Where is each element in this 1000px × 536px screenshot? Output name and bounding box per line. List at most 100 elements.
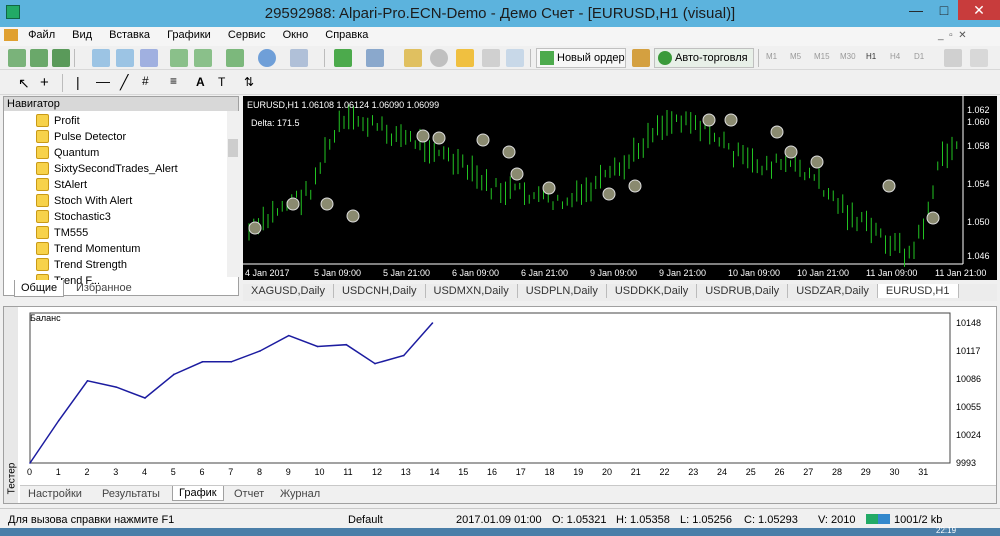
nav-item[interactable]: SixtySecondTrades_Alert (36, 161, 178, 177)
trade-marker (724, 113, 738, 127)
arrows-icon[interactable]: ⇅ (244, 75, 254, 89)
scroll-thumb[interactable] (228, 139, 238, 157)
tf-m15[interactable]: M15 (814, 52, 830, 61)
bar-chart-icon[interactable] (8, 49, 26, 67)
text-tool-icon[interactable]: A (196, 75, 205, 89)
chat-icon[interactable] (970, 49, 988, 67)
tab-usdzar[interactable]: USDZAR,Daily (788, 284, 878, 298)
tab-favorites[interactable]: Избранное (70, 280, 138, 297)
tab-usdcnh[interactable]: USDCNH,Daily (334, 284, 426, 298)
status-low: L: 1.05256 (680, 514, 732, 526)
menu-window[interactable]: Окно (276, 27, 316, 43)
tab-usddkk[interactable]: USDDKK,Daily (607, 284, 698, 298)
tf-h4[interactable]: H4 (890, 52, 900, 61)
navigator-icon[interactable] (456, 49, 474, 67)
price-chart[interactable]: 1.062 1.060 1.058 1.054 1.050 1.046 4 Jan 2017… (243, 96, 997, 280)
tf-m1[interactable]: M1 (766, 52, 777, 61)
tab-usdpln[interactable]: USDPLN,Daily (518, 284, 607, 298)
cursor-icon[interactable]: ↖ (18, 75, 30, 92)
x-tick-label: 5 (171, 467, 176, 477)
horizontal-line-icon[interactable]: — (96, 73, 110, 89)
tf-m30[interactable]: M30 (840, 52, 856, 61)
minimize-button[interactable]: — (902, 0, 930, 20)
indicators-icon[interactable] (226, 49, 244, 67)
tab-eurusd[interactable]: EURUSD,H1 (877, 284, 959, 298)
new-chart-icon[interactable] (334, 49, 352, 67)
x-tick-label: 27 (803, 467, 813, 477)
nav-item[interactable]: Stoch With Alert (36, 193, 132, 209)
tab-results[interactable]: Результаты (102, 488, 160, 500)
balance-point (115, 386, 118, 388)
balance-point (259, 350, 261, 352)
nav-item[interactable]: Trend Strength (36, 257, 127, 273)
nav-item[interactable]: Pulse Detector (36, 129, 126, 145)
menu-file[interactable]: Файл (21, 27, 62, 43)
chart-shift-icon[interactable] (194, 49, 212, 67)
x-tick-label: 21 (631, 467, 641, 477)
price-label: 1.062 (967, 105, 990, 115)
search-icon[interactable] (944, 49, 962, 67)
terminal-icon[interactable] (482, 49, 500, 67)
periods-icon[interactable] (258, 49, 276, 67)
trendline-icon[interactable]: ╱ (120, 74, 128, 91)
nav-item[interactable]: Quantum (36, 145, 99, 161)
trade-marker (248, 221, 262, 235)
trade-marker (286, 197, 300, 211)
tf-h1[interactable]: H1 (866, 52, 876, 61)
crosshair-icon[interactable]: + (40, 74, 49, 91)
status-open: O: 1.05321 (552, 514, 607, 526)
vertical-line-icon[interactable]: | (76, 74, 80, 90)
tab-journal[interactable]: Журнал (280, 488, 320, 500)
title-bar: 29592988: Alpari-Pro.ECN-Demo - Демо Сче… (0, 0, 1000, 27)
balance-chart: 101481011710086100551002499930 1 2 3 4 5 6 7 8 9 1… (27, 312, 981, 477)
metaeditor-icon[interactable] (632, 49, 650, 67)
maximize-button[interactable]: □ (930, 0, 958, 20)
tab-xagusd[interactable]: XAGUSD,Daily (243, 284, 334, 298)
templates-icon[interactable] (290, 49, 308, 67)
delta-label: Delta: 171.5 (251, 118, 300, 128)
indicator-icon (36, 258, 49, 271)
tester-side-label: Тестер (6, 462, 18, 495)
menu-help[interactable]: Справка (318, 27, 375, 43)
navigator-scrollbar[interactable] (227, 111, 239, 277)
x-tick-label: 24 (717, 467, 727, 477)
nav-item[interactable]: Trend Momentum (36, 241, 140, 257)
new-order-button[interactable]: Новый ордер (536, 48, 626, 68)
line-chart-icon[interactable] (52, 49, 70, 67)
fibonacci-icon[interactable]: ≡ (170, 74, 177, 88)
close-button[interactable]: ✕ (958, 0, 1000, 20)
tab-common[interactable]: Общие (14, 280, 65, 297)
autotrading-button[interactable]: Авто-торговля (654, 48, 754, 68)
tf-d1[interactable]: D1 (914, 52, 924, 61)
nav-item[interactable]: TM555 (36, 225, 88, 241)
indicator-icon (36, 242, 49, 255)
profiles-icon[interactable] (366, 49, 384, 67)
y-tick-label: 10024 (956, 430, 981, 440)
data-window-icon[interactable] (430, 49, 448, 67)
nav-item[interactable]: Stochastic3 (36, 209, 111, 225)
menu-insert[interactable]: Вставка (102, 27, 157, 43)
tile-windows-icon[interactable] (140, 49, 158, 67)
nav-item[interactable]: Profit (36, 113, 80, 129)
tab-usdrub[interactable]: USDRUB,Daily (697, 284, 789, 298)
zoom-in-icon[interactable] (92, 49, 110, 67)
menu-charts[interactable]: Графики (160, 27, 218, 43)
trade-marker (882, 179, 896, 193)
tab-graph[interactable]: График (172, 486, 224, 501)
tab-report[interactable]: Отчет (234, 488, 264, 500)
zoom-out-icon[interactable] (116, 49, 134, 67)
market-watch-icon[interactable] (404, 49, 422, 67)
nav-item[interactable]: StAlert (36, 177, 87, 193)
menu-tools[interactable]: Сервис (221, 27, 273, 43)
auto-scroll-icon[interactable] (170, 49, 188, 67)
x-tick-label: 15 (458, 467, 468, 477)
tf-m5[interactable]: M5 (790, 52, 801, 61)
candle-chart-icon[interactable] (30, 49, 48, 67)
text-label-icon[interactable]: T (218, 75, 225, 89)
tester-icon[interactable] (506, 49, 524, 67)
tab-settings[interactable]: Настройки (28, 488, 82, 500)
channel-icon[interactable]: # (142, 74, 149, 88)
mdi-controls[interactable]: _ ▫ ✕ (938, 30, 998, 41)
tab-usdmxn[interactable]: USDMXN,Daily (426, 284, 518, 298)
menu-view[interactable]: Вид (65, 27, 99, 43)
